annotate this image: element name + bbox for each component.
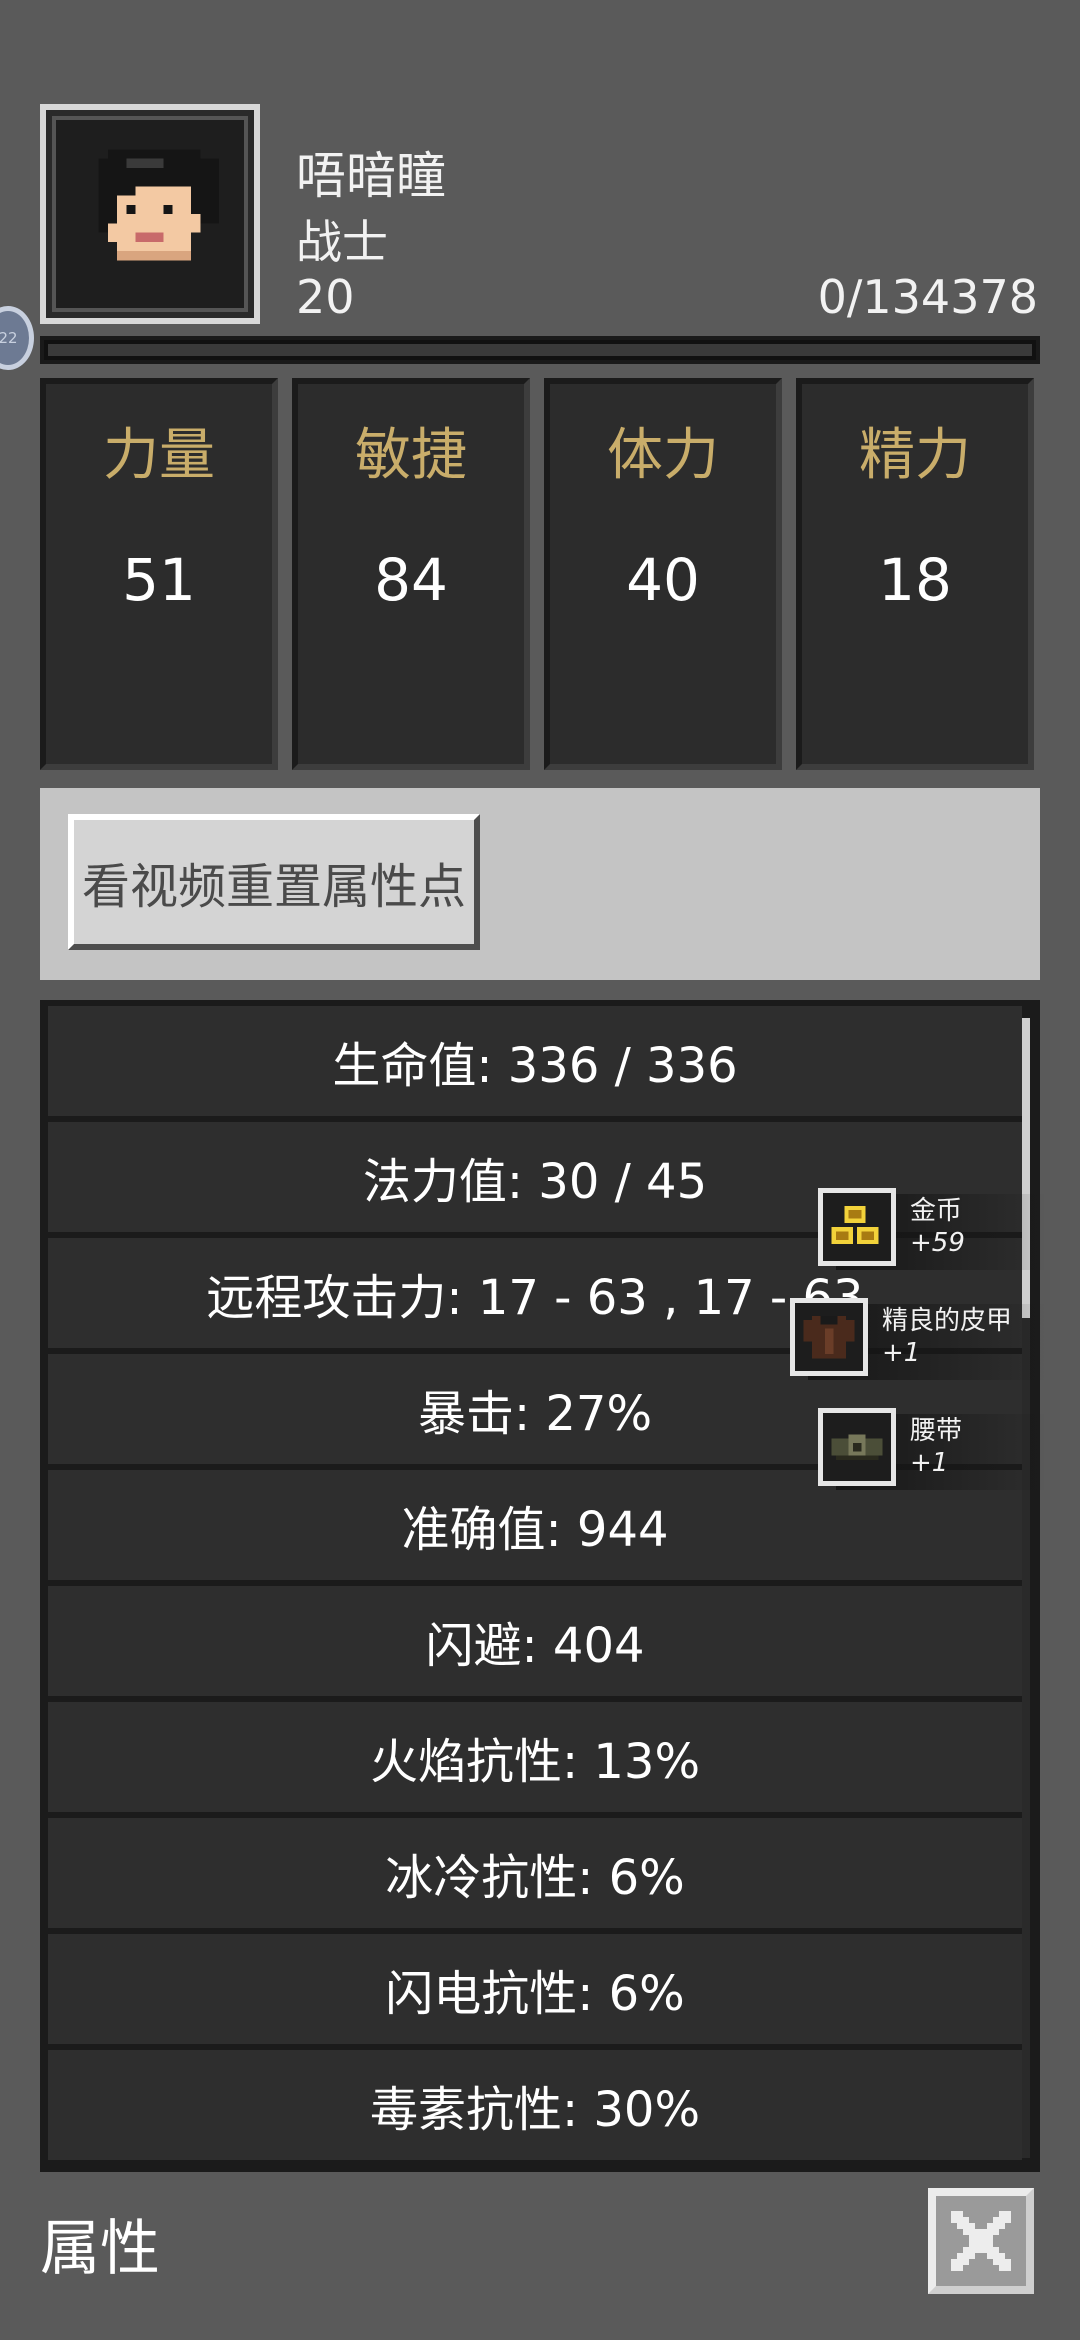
belt-icon — [818, 1408, 896, 1486]
loot-amount: +1 — [910, 1448, 949, 1478]
character-portrait — [40, 104, 260, 324]
leather-armor-icon — [790, 1298, 868, 1376]
attribute-label: 体力 — [607, 423, 719, 488]
attribute-value: 51 — [122, 546, 196, 614]
attribute-label: 敏捷 — [355, 423, 467, 488]
loot-name: 腰带 — [910, 1416, 963, 1446]
experience-bar — [40, 336, 1040, 364]
attribute-value: 40 — [626, 546, 700, 614]
attribute-card-energy[interactable]: 精力 18 — [796, 378, 1034, 770]
stats-list[interactable]: 生命值: 336 / 336 法力值: 30 / 45 远程攻击力: 17 - … — [40, 1000, 1040, 2172]
stat-row-dodge: 闪避: 404 — [48, 1586, 1022, 1696]
loot-amount: +1 — [882, 1338, 921, 1368]
close-button[interactable] — [928, 2188, 1034, 2294]
stat-row-health: 生命值: 336 / 336 — [48, 1006, 1022, 1116]
attribute-card-vitality[interactable]: 体力 40 — [544, 378, 782, 770]
loot-toast-belt: 腰带 +1 — [806, 1408, 1046, 1490]
character-name: 唔暗瞳 — [296, 147, 446, 205]
gold-coins-icon — [818, 1188, 896, 1266]
side-badge[interactable]: 22 — [0, 306, 34, 370]
loot-toast-gold: 金币 +59 — [806, 1188, 1046, 1270]
panel-title: 属性 — [40, 2214, 160, 2284]
stat-row-cold-resist: 冰冷抗性: 6% — [48, 1818, 1022, 1928]
attribute-card-agility[interactable]: 敏捷 84 — [292, 378, 530, 770]
attribute-value: 84 — [374, 546, 448, 614]
attribute-value: 18 — [878, 546, 952, 614]
character-class: 战士 — [296, 215, 388, 269]
attribute-label: 精力 — [859, 423, 971, 488]
loot-name: 金币 — [910, 1196, 963, 1226]
loot-toast-leather-armor: 精良的皮甲 +1 — [778, 1298, 1046, 1380]
loot-name: 精良的皮甲 — [882, 1306, 1013, 1336]
character-face-icon — [98, 149, 219, 261]
close-icon — [951, 2211, 1011, 2271]
experience-text: 0/134378 — [817, 270, 1038, 324]
attribute-card-strength[interactable]: 力量 51 — [40, 378, 278, 770]
loot-amount: +59 — [910, 1228, 965, 1258]
reset-attributes-button[interactable]: 看视频重置属性点 — [68, 814, 480, 950]
stat-row-fire-resist: 火焰抗性: 13% — [48, 1702, 1022, 1812]
character-level: 20 — [296, 270, 355, 324]
attribute-label: 力量 — [103, 423, 215, 488]
stat-row-poison-resist: 毒素抗性: 30% — [48, 2050, 1022, 2160]
stat-row-lightning-resist: 闪电抗性: 6% — [48, 1934, 1022, 2044]
scrollbar-thumb[interactable] — [1022, 1018, 1030, 1318]
